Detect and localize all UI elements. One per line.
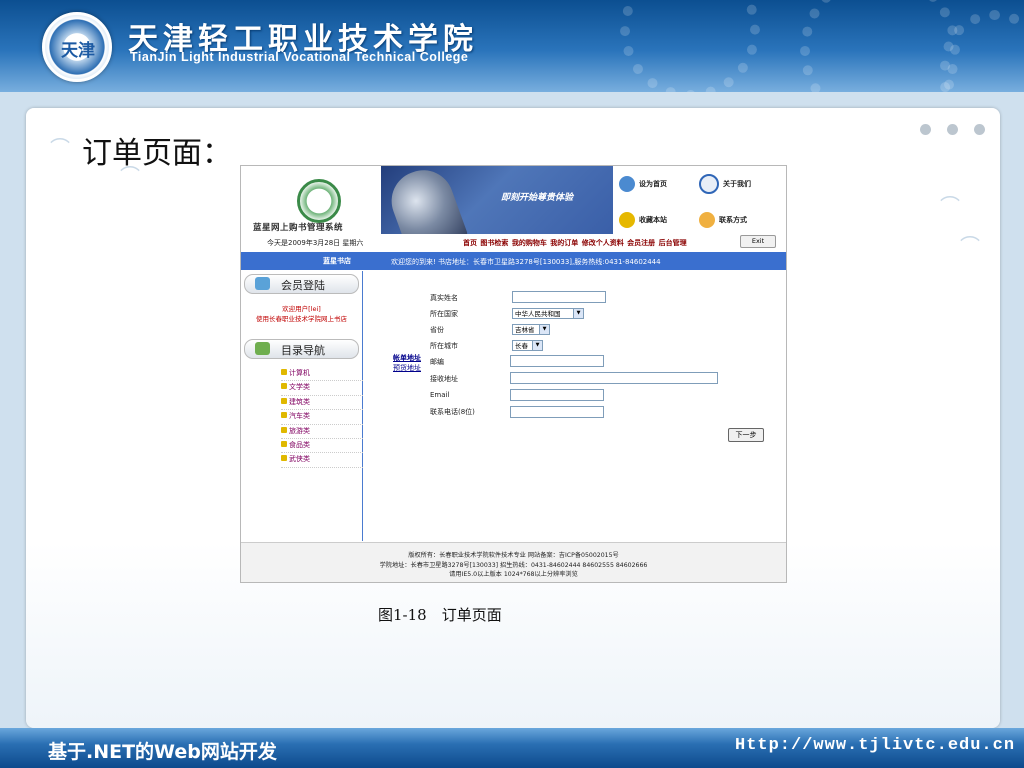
dot-icon [920, 124, 931, 135]
member-login-button[interactable]: 会员登陆 [244, 274, 359, 294]
quick-link-favorite[interactable]: 收藏本站 [619, 212, 667, 228]
dot-icon [947, 124, 958, 135]
billing-address-link[interactable]: 帐单地址 [393, 353, 421, 363]
chevron-down-icon: ▼ [532, 341, 542, 350]
quick-link-contact[interactable]: 联系方式 [699, 212, 747, 228]
bird-decoration-icon: ⌒ [50, 136, 70, 160]
category-item[interactable]: 食品类 [281, 439, 363, 454]
address-input[interactable] [510, 372, 718, 384]
city-label: 所在城市 [430, 342, 458, 350]
phone-image-icon [383, 166, 469, 234]
site-menu[interactable]: 首页 图书检索 我的购物车 我的订单 修改个人资料 会员注册 后台管理 [463, 238, 687, 248]
order-form: 帐单地址 预货地址 真实姓名 所在国家 中华人民共和国 ▼ 省份 吉林省 ▼ 所在城… [363, 271, 786, 541]
chevron-down-icon: ▼ [573, 309, 583, 318]
bullet-icon [281, 426, 287, 433]
bullet-icon [281, 455, 287, 462]
bookstore-emblem-icon [297, 179, 341, 223]
quick-links: 设为首页 关于我们 收藏本站 联系方式 [613, 166, 786, 234]
category-item[interactable]: 汽车类 [281, 410, 363, 425]
folder-icon [255, 342, 270, 355]
site-nav-row: 今天是2009年3月28日 星期六 首页 图书检索 我的购物车 我的订单 修改个… [241, 234, 786, 250]
course-title: 基于.NET的Web网站开发 [48, 741, 277, 763]
website-screenshot: 蓝星网上购书管理系统 即刻开始尊贵体验 设为首页 关于我们 收藏本站 联系方式 … [240, 165, 787, 583]
gear-decoration-icon [800, 0, 960, 92]
info-icon [699, 174, 719, 194]
date-text: 今天是2009年3月28日 星期六 [267, 239, 364, 247]
bullet-icon [281, 369, 287, 375]
real-name-label: 真实姓名 [430, 294, 458, 302]
chevron-down-icon: ▼ [539, 325, 549, 334]
category-item[interactable]: 武侠类 [281, 453, 363, 468]
category-item[interactable]: 建筑类 [281, 396, 363, 411]
site-logo-area: 蓝星网上购书管理系统 [241, 166, 381, 234]
member-info: 欢迎用户[lei] 使用长春职业技术学院网上书店 [256, 305, 347, 323]
bullet-icon [281, 383, 287, 390]
category-item[interactable]: 计算机 [281, 367, 363, 382]
system-name: 蓝星网上购书管理系统 [253, 223, 344, 233]
favorite-icon [619, 212, 635, 228]
quick-link-home[interactable]: 设为首页 [619, 176, 667, 192]
gear-decoration-icon [620, 0, 760, 92]
bullet-icon [281, 412, 287, 419]
shipping-address-link[interactable]: 预货地址 [393, 363, 421, 373]
phone-label: 联系电话(8位) [430, 408, 475, 416]
category-nav-button[interactable]: 目录导航 [244, 339, 359, 359]
site-sidebar: 会员登陆 欢迎用户[lei] 使用长春职业技术学院网上书店 目录导航 计算机 文… [241, 271, 363, 541]
province-select[interactable]: 吉林省 ▼ [512, 324, 550, 335]
site-banner: 即刻开始尊贵体验 [381, 166, 613, 234]
real-name-input[interactable] [512, 291, 606, 303]
home-icon [619, 176, 635, 192]
province-label: 省份 [430, 326, 444, 334]
exit-button[interactable]: Exit [740, 235, 776, 248]
category-item[interactable]: 文学类 [281, 381, 363, 396]
window-dots [920, 120, 1001, 139]
city-select[interactable]: 长春 ▼ [512, 340, 543, 351]
postcode-input[interactable] [510, 355, 604, 367]
address-label: 接收地址 [430, 375, 458, 383]
postcode-label: 邮编 [430, 358, 444, 366]
quick-link-about[interactable]: 关于我们 [699, 174, 751, 194]
slide-title: 订单页面： [82, 136, 232, 171]
welcome-bar: 蓝星书店 欢迎您的到来! 书店地址：长春市卫星路3278号[130033],服务… [241, 252, 786, 270]
contact-icon [699, 212, 715, 228]
bird-decoration-icon: ⌒ [960, 234, 980, 258]
email-input[interactable] [510, 389, 604, 401]
next-step-button[interactable]: 下一步 [728, 428, 764, 442]
figure-caption: 图1-18 订单页面 [378, 606, 502, 624]
user-icon [255, 277, 270, 290]
site-footer: 版权所有：长春职业技术学院软件技术专业 网站备案：吉ICP备05002015号 … [241, 542, 786, 582]
college-name-en: TianJin Light Industrial Vocational Tech… [130, 50, 469, 64]
category-item[interactable]: 旅游类 [281, 425, 363, 439]
email-label: Email [430, 391, 450, 399]
category-list: 计算机 文学类 建筑类 汽车类 旅游类 食品类 武侠类 [281, 367, 363, 468]
bullet-icon [281, 397, 287, 404]
dot-icon [974, 124, 985, 135]
bullet-icon [281, 440, 287, 447]
country-label: 所在国家 [430, 310, 458, 318]
welcome-text: 欢迎您的到来! 书店地址：长春市卫星路3278号[130033],服务热线:04… [391, 258, 661, 266]
college-url: Http://www.tjlivtc.edu.cn [735, 736, 1016, 755]
college-logo: 天津 [42, 12, 112, 82]
shop-name: 蓝星书店 [323, 257, 351, 265]
phone-input[interactable] [510, 406, 604, 418]
banner-slogan: 即刻开始尊贵体验 [501, 193, 574, 203]
bird-decoration-icon: ⌒ [940, 194, 960, 218]
country-select[interactable]: 中华人民共和国 ▼ [512, 308, 584, 319]
